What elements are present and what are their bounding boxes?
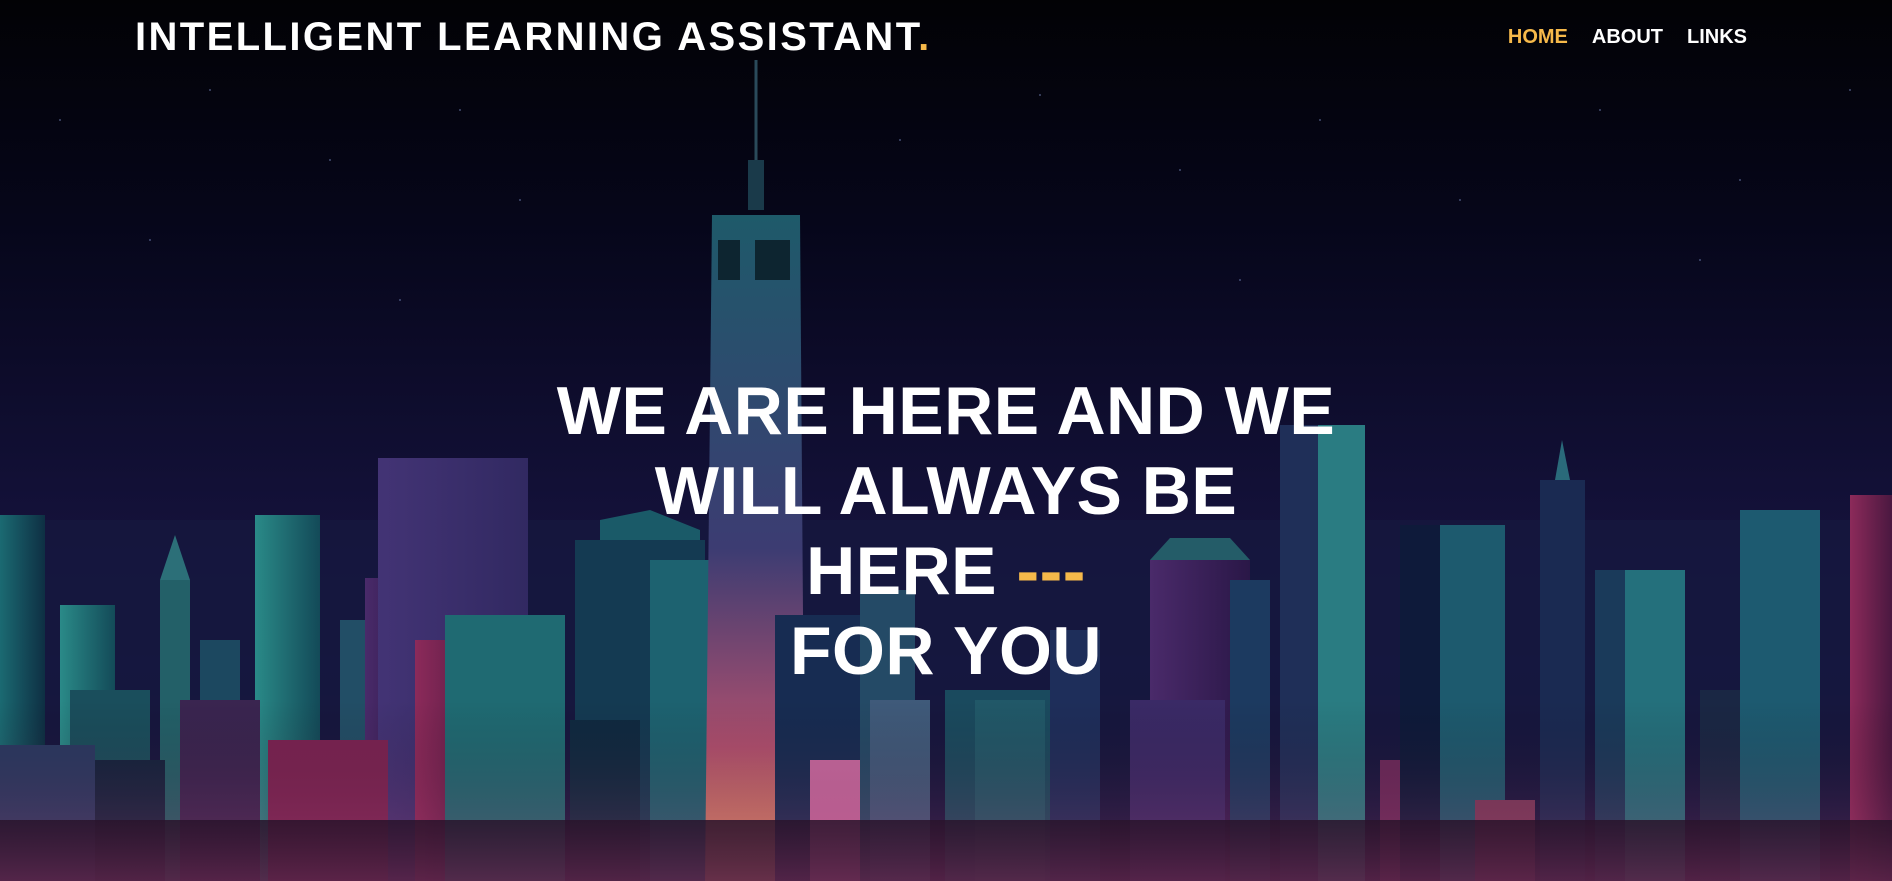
hero-line-3-text: HERE	[806, 532, 998, 609]
top-navigation-bar: INTELLIGENT LEARNING ASSISTANT. HOME ABO…	[0, 0, 1892, 76]
main-nav: HOME ABOUT LINKS	[1508, 24, 1747, 50]
brand-name: INTELLIGENT LEARNING ASSISTANT	[135, 15, 919, 59]
nav-link-links[interactable]: LINKS	[1687, 24, 1747, 50]
hero-accent-dashes: ---	[1016, 532, 1086, 609]
hero-line-2: WILL ALWAYS BE	[654, 452, 1238, 529]
hero-headline: WE ARE HERE AND WE WILL ALWAYS BE HERE -…	[0, 371, 1892, 691]
hero-line-3: HERE ---	[0, 531, 1892, 611]
hero-line-4: FOR YOU	[789, 612, 1103, 689]
hero-line-1: WE ARE HERE AND WE	[556, 372, 1336, 449]
site-logo-text[interactable]: INTELLIGENT LEARNING ASSISTANT.	[135, 14, 932, 60]
brand-dot: .	[918, 15, 932, 59]
nav-link-about[interactable]: ABOUT	[1592, 24, 1663, 50]
nav-link-home[interactable]: HOME	[1508, 24, 1568, 50]
